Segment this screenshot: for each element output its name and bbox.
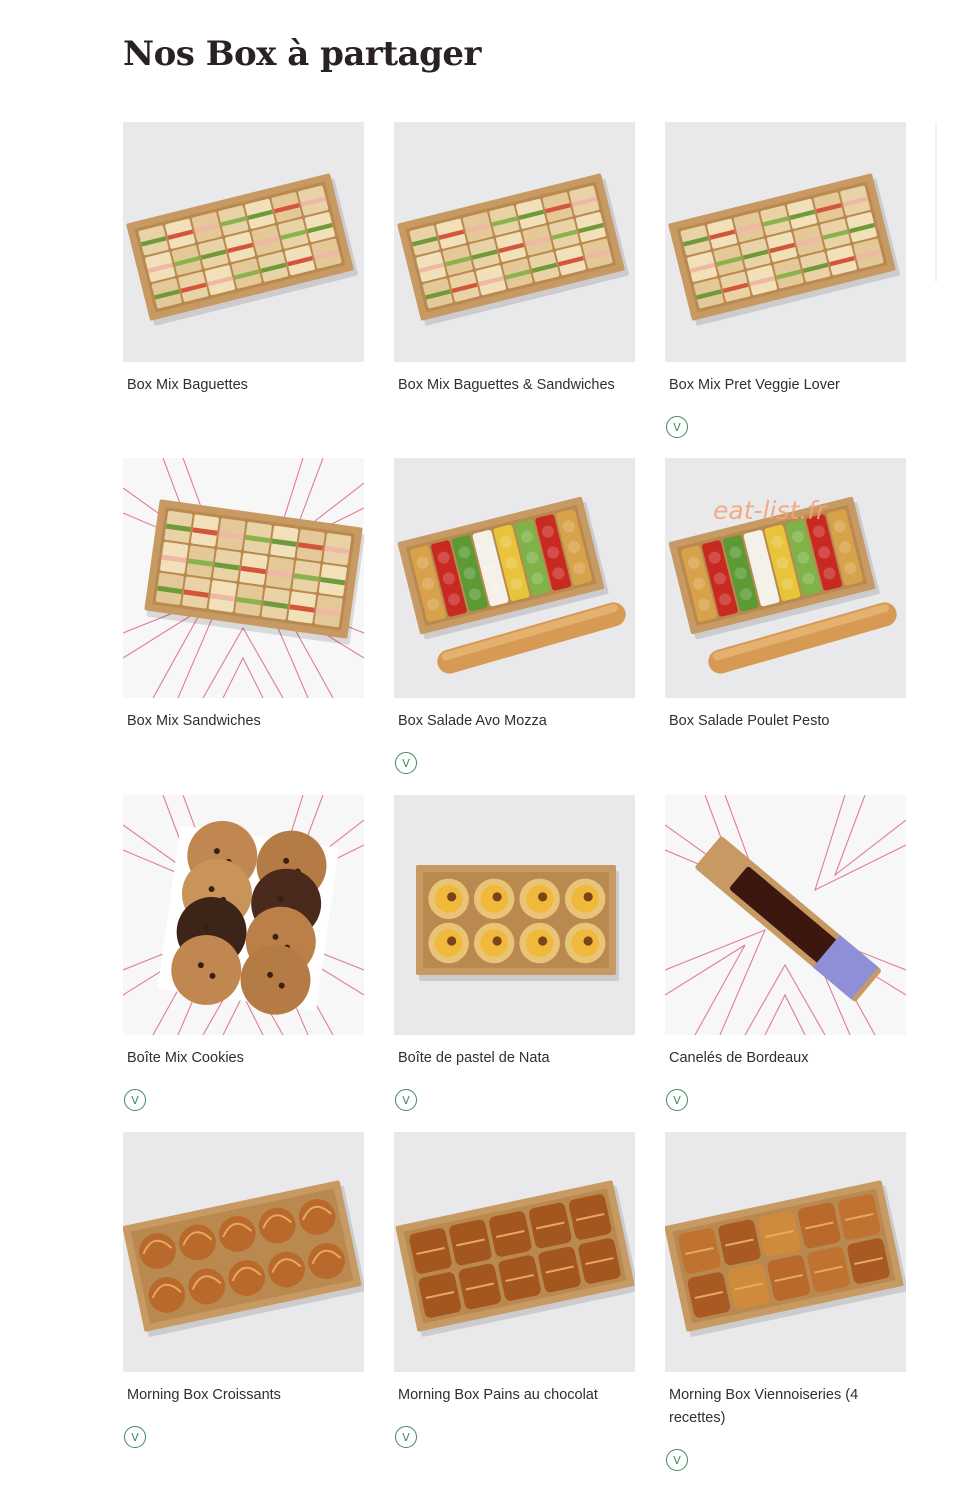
product-name[interactable]: Box Mix Sandwiches [123,710,364,733]
product-card[interactable]: Box Mix Baguettes [123,122,364,397]
product-name[interactable]: Box Salade Poulet Pesto [665,710,906,733]
box-viennoiseries-image[interactable] [665,1132,906,1372]
product-name[interactable]: Morning Box Viennoiseries (4 recettes) [665,1384,906,1430]
vegetarian-icon: V [666,1089,688,1111]
product-card[interactable]: Box Mix Baguettes & Sandwiches [394,122,635,397]
vegetarian-icon: V [395,1089,417,1111]
product-card[interactable]: Box Mix Sandwiches [123,458,364,733]
product-name[interactable]: Morning Box Croissants [123,1384,364,1407]
product-card[interactable]: Canelés de Bordeaux V [665,795,906,1111]
product-name[interactable]: Boîte de pastel de Nata [394,1047,635,1070]
product-name[interactable]: Box Salade Avo Mozza [394,710,635,733]
box-canele-tube-image[interactable] [665,795,906,1035]
box-salad-with-baguette-image[interactable] [394,458,635,698]
box-pastel-de-nata-image[interactable] [394,795,635,1035]
product-name[interactable]: Boîte Mix Cookies [123,1047,364,1070]
product-card[interactable]: Box Salade Avo Mozza V [394,458,635,774]
watermark: eat-list.fr [713,496,827,525]
box-sandwich-tray-image[interactable] [123,122,364,362]
vegetarian-icon: V [395,1426,417,1448]
page-title: Nos Box à partager [123,34,481,74]
product-card[interactable]: Morning Box Croissants V [123,1132,364,1448]
box-sandwich-tray-image[interactable] [394,122,635,362]
product-card[interactable]: Morning Box Pains au chocolat V [394,1132,635,1448]
vegetarian-icon: V [124,1426,146,1448]
vegetarian-icon: V [666,416,688,438]
product-card[interactable]: Morning Box Viennoiseries (4 recettes) V [665,1132,906,1471]
box-cookies-image[interactable] [123,795,364,1035]
product-name[interactable]: Box Mix Pret Veggie Lover [665,374,906,397]
box-pains-au-chocolat-image[interactable] [394,1132,635,1372]
product-name[interactable]: Box Mix Baguettes [123,374,364,397]
box-sandwich-tray-image[interactable] [123,458,364,698]
vegetarian-icon: V [395,752,417,774]
vegetarian-icon: V [666,1449,688,1471]
product-name[interactable]: Morning Box Pains au chocolat [394,1384,635,1407]
product-card[interactable]: Boîte Mix Cookies V [123,795,364,1111]
box-salad-with-baguette-image[interactable] [665,458,906,698]
box-sandwich-tray-image[interactable] [665,122,906,362]
scroll-edge [935,122,937,282]
product-name[interactable]: Canelés de Bordeaux [665,1047,906,1070]
product-card[interactable]: Box Mix Pret Veggie Lover V [665,122,906,438]
box-croissants-image[interactable] [123,1132,364,1372]
product-name[interactable]: Box Mix Baguettes & Sandwiches [394,374,635,397]
product-card[interactable]: Boîte de pastel de Nata V [394,795,635,1111]
vegetarian-icon: V [124,1089,146,1111]
